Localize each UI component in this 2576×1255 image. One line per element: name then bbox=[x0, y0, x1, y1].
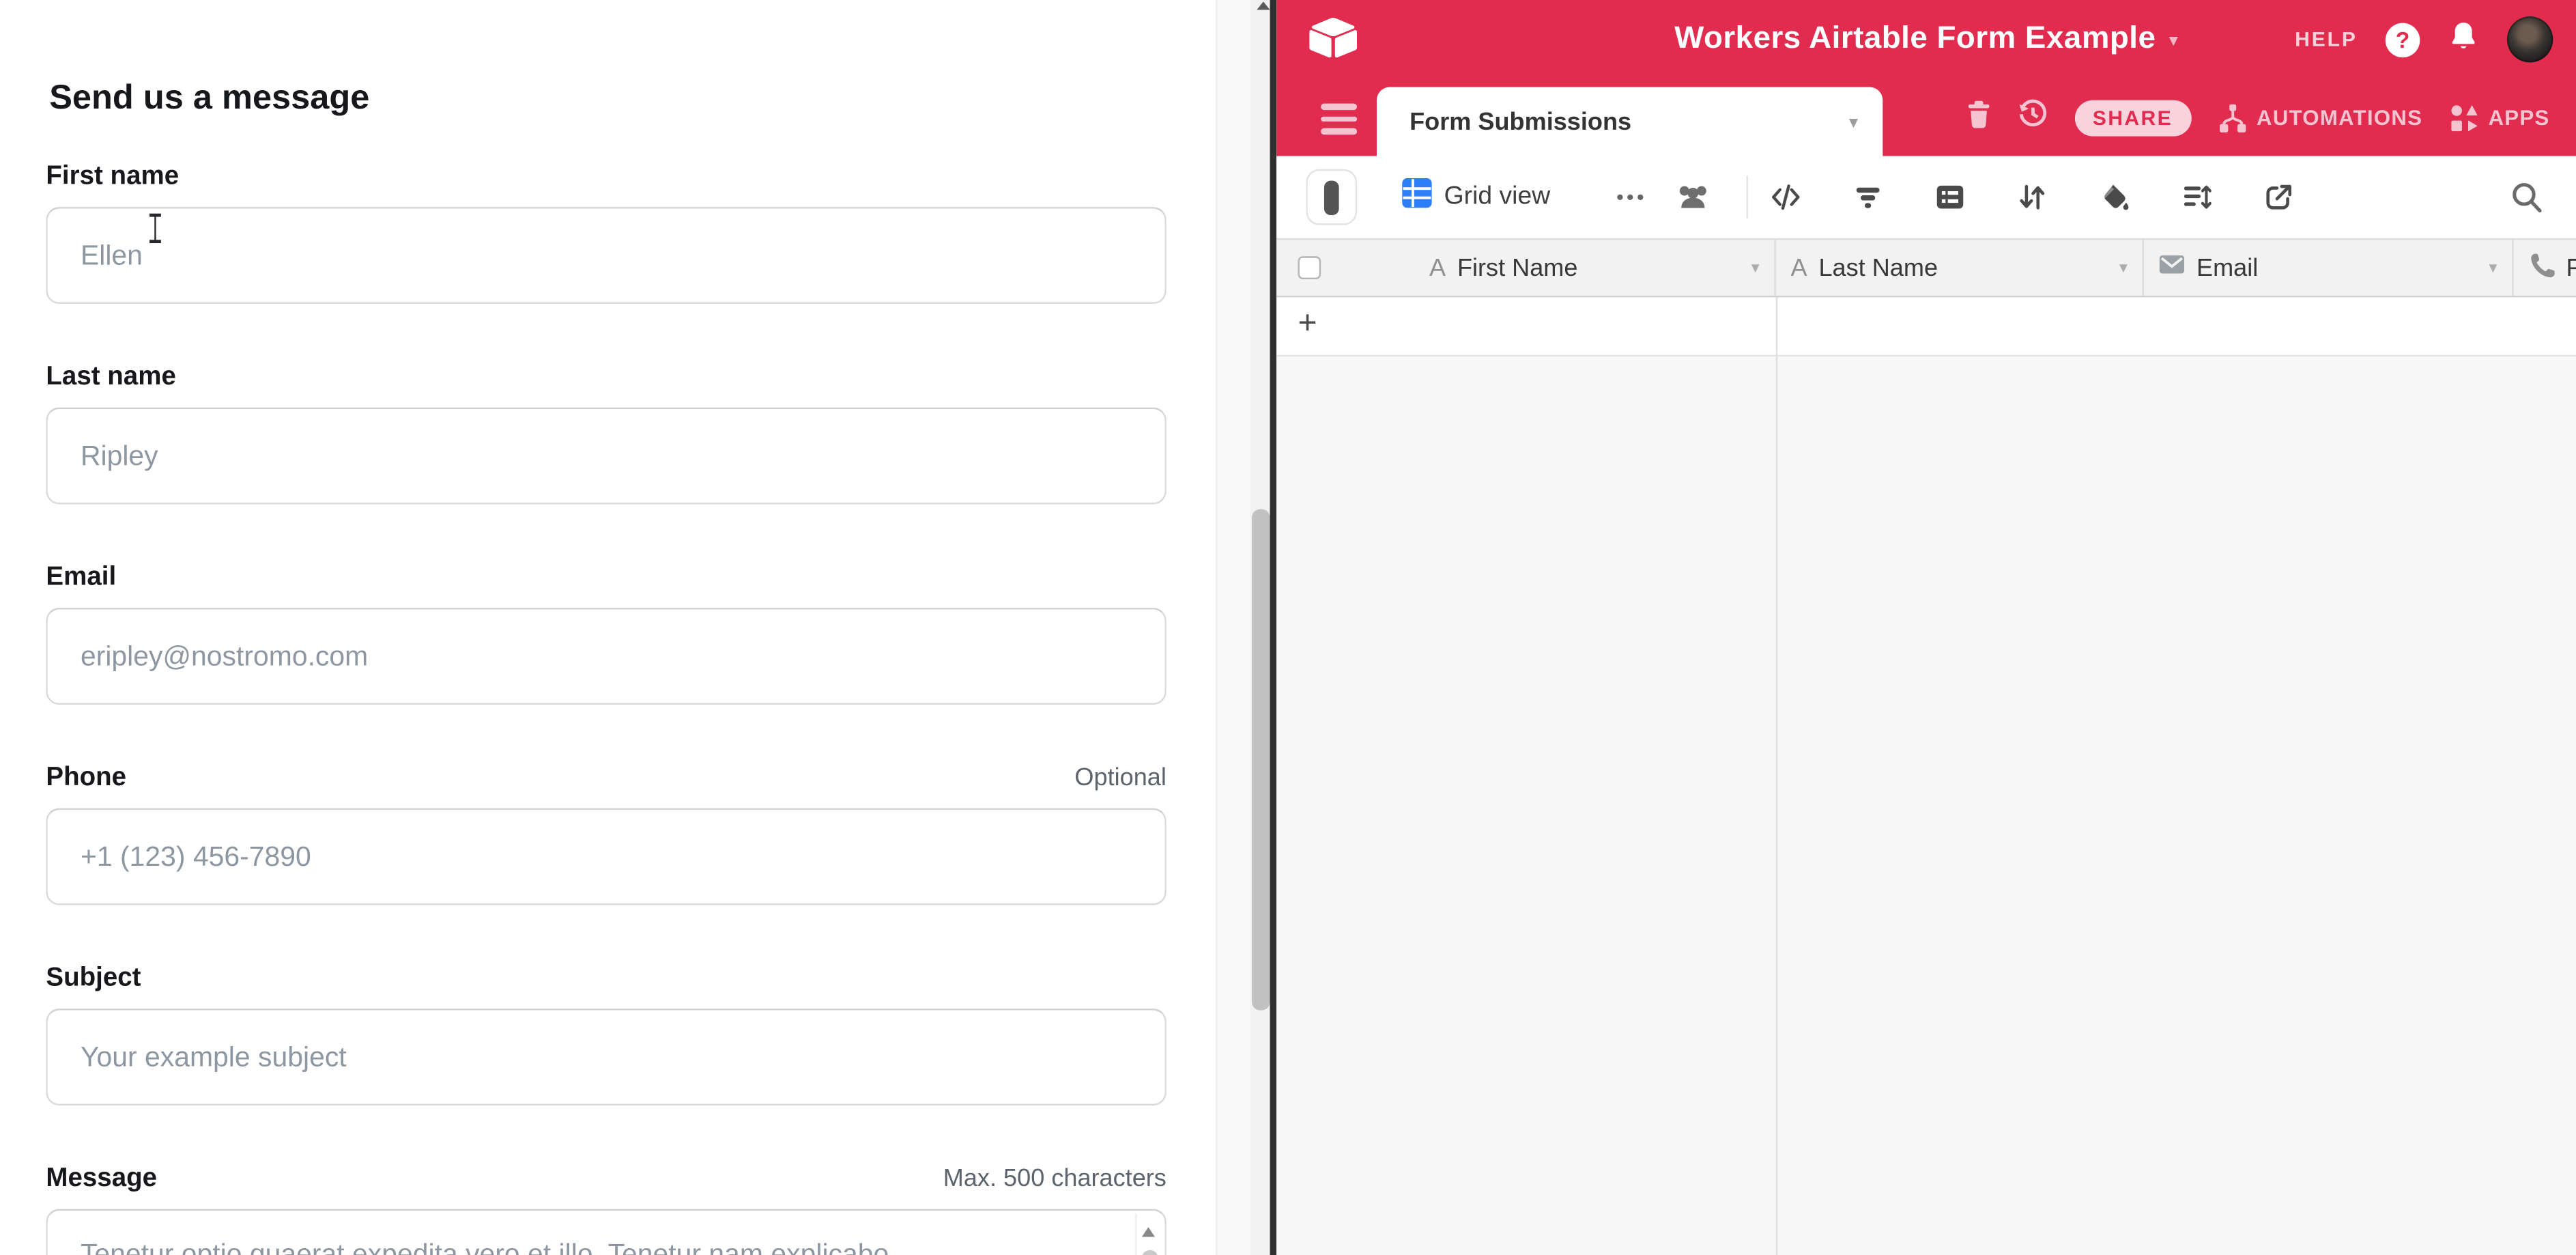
history-icon[interactable] bbox=[2017, 98, 2048, 137]
airtable-topbar: Workers Airtable Form Example ▾ HELP ? bbox=[1276, 0, 2576, 79]
automations-button[interactable]: AUTOMATIONS bbox=[2217, 102, 2422, 132]
subject-label: Subject bbox=[46, 964, 141, 993]
subject-input[interactable] bbox=[46, 1009, 1166, 1105]
base-title-caret-icon[interactable]: ▾ bbox=[2169, 29, 2178, 50]
last-name-input[interactable] bbox=[46, 408, 1166, 505]
column-header-phone[interactable]: P bbox=[2514, 240, 2576, 296]
select-all-checkbox[interactable] bbox=[1298, 256, 1321, 279]
grid-header-row: A First Name ▾ A Last Name ▾ Email ▾ bbox=[1276, 238, 2576, 298]
airtable-menubar: Form Submissions ▾ bbox=[1276, 79, 2576, 156]
search-icon[interactable] bbox=[2510, 181, 2543, 222]
table-tab-label: Form Submissions bbox=[1409, 108, 1631, 136]
text-cursor-icon bbox=[148, 214, 163, 243]
message-group: Message Max. 500 characters bbox=[46, 1165, 1166, 1255]
hide-fields-icon[interactable] bbox=[1771, 182, 1801, 220]
message-note: Max. 500 characters bbox=[943, 1165, 1167, 1193]
toolbar-divider bbox=[1747, 175, 1748, 218]
subject-group: Subject bbox=[46, 964, 1166, 1105]
last-name-group: Last name bbox=[46, 363, 1166, 505]
phone-note: Optional bbox=[1074, 764, 1166, 792]
automations-icon bbox=[2217, 102, 2246, 132]
airtable-pane: Workers Airtable Form Example ▾ HELP ? F… bbox=[1276, 0, 2576, 1255]
row-height-icon[interactable] bbox=[2181, 182, 2211, 220]
group-icon[interactable] bbox=[1935, 182, 1964, 220]
table-tab-form-submissions[interactable]: Form Submissions ▾ bbox=[1377, 87, 1883, 156]
message-textarea[interactable] bbox=[46, 1209, 1166, 1255]
view-toolbar: Grid view ••• bbox=[1276, 156, 2576, 238]
email-input[interactable] bbox=[46, 608, 1166, 705]
phone-input[interactable] bbox=[46, 808, 1166, 905]
page-scrollbar-gutter bbox=[1216, 0, 1272, 1255]
color-icon[interactable] bbox=[2100, 182, 2129, 220]
phone-group: Phone Optional bbox=[46, 764, 1166, 905]
topbar-actions: HELP ? bbox=[2295, 0, 2553, 79]
apps-icon bbox=[2449, 102, 2478, 132]
phone-label: Phone bbox=[46, 764, 126, 793]
sidebar-panel-icon bbox=[1324, 180, 1339, 214]
first-name-label: First name bbox=[46, 163, 179, 192]
automations-label: AUTOMATIONS bbox=[2257, 105, 2422, 130]
apps-button[interactable]: APPS bbox=[2449, 102, 2550, 132]
select-all-cell bbox=[1276, 240, 1414, 296]
column-header-last-name[interactable]: A Last Name ▾ bbox=[1776, 240, 2144, 296]
split-screen: Send us a message First name Last name E… bbox=[0, 0, 2576, 1255]
column-caret-icon[interactable]: ▾ bbox=[2119, 259, 2128, 277]
base-title[interactable]: Workers Airtable Form Example bbox=[1674, 21, 2156, 57]
contact-form-pane: Send us a message First name Last name E… bbox=[0, 0, 1216, 1255]
view-name[interactable]: Grid view bbox=[1444, 156, 1551, 238]
column-header-first-name[interactable]: A First Name ▾ bbox=[1414, 240, 1776, 296]
help-question-icon[interactable]: ? bbox=[2386, 22, 2420, 57]
phone-field-icon bbox=[2528, 251, 2555, 285]
filter-icon[interactable] bbox=[1853, 182, 1883, 220]
textarea-scrollbar-thumb[interactable] bbox=[1141, 1250, 1158, 1255]
help-button[interactable]: HELP bbox=[2295, 28, 2358, 51]
grid-column-gridline bbox=[1776, 297, 1777, 1255]
apps-label: APPS bbox=[2488, 105, 2549, 130]
column-header-email[interactable]: Email ▾ bbox=[2144, 240, 2514, 296]
email-label: Email bbox=[46, 563, 116, 593]
grid-view-icon bbox=[1401, 178, 1433, 217]
first-name-group: First name bbox=[46, 163, 1166, 304]
add-row[interactable]: + bbox=[1276, 297, 2576, 356]
message-label: Message bbox=[46, 1165, 157, 1194]
column-caret-icon[interactable]: ▾ bbox=[2489, 259, 2497, 277]
view-sidebar-toggle-button[interactable] bbox=[1306, 169, 1357, 225]
hamburger-menu-icon[interactable] bbox=[1321, 104, 1357, 135]
form-heading: Send us a message bbox=[49, 79, 369, 119]
sort-icon[interactable] bbox=[2018, 182, 2047, 220]
text-field-icon: A bbox=[1791, 254, 1807, 282]
scroll-up-icon[interactable] bbox=[1142, 1227, 1155, 1237]
notifications-bell-icon[interactable] bbox=[2448, 20, 2479, 59]
screenshot-root: Send us a message First name Last name E… bbox=[0, 0, 2576, 1255]
share-view-icon[interactable] bbox=[2264, 182, 2293, 220]
email-group: Email bbox=[46, 563, 1166, 705]
first-name-input[interactable] bbox=[46, 207, 1166, 304]
share-button[interactable]: SHARE bbox=[2074, 100, 2190, 136]
view-more-icon[interactable]: ••• bbox=[1616, 156, 1647, 238]
table-tab-caret-icon[interactable]: ▾ bbox=[1849, 111, 1858, 132]
menubar-actions: SHARE AUTOMATIONS bbox=[1966, 79, 2549, 156]
add-row-plus-icon[interactable]: + bbox=[1298, 305, 1317, 343]
trash-icon[interactable] bbox=[1966, 100, 1990, 136]
page-scrollbar-thumb[interactable] bbox=[1252, 509, 1270, 1011]
collaborators-icon[interactable] bbox=[1676, 184, 1711, 216]
textarea-scrollbar[interactable] bbox=[1135, 1214, 1162, 1255]
window-divider bbox=[1270, 0, 1277, 1255]
text-field-icon: A bbox=[1429, 254, 1446, 282]
email-field-icon bbox=[2159, 253, 2186, 282]
last-name-label: Last name bbox=[46, 363, 175, 393]
scrollbar-up-arrow-icon[interactable] bbox=[1256, 1, 1269, 10]
column-caret-icon[interactable]: ▾ bbox=[1751, 259, 1760, 277]
user-avatar[interactable] bbox=[2507, 16, 2553, 62]
